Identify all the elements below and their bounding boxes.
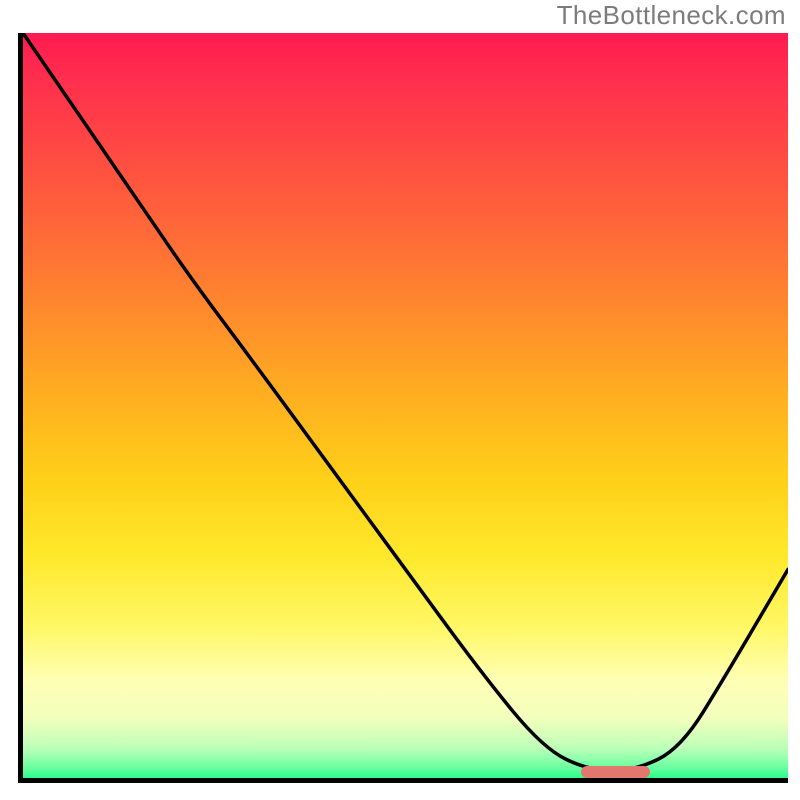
bottleneck-curve: [23, 33, 788, 778]
optimal-marker: [581, 766, 650, 778]
watermark-text: TheBottleneck.com: [557, 0, 786, 31]
plot-area: [23, 33, 788, 778]
